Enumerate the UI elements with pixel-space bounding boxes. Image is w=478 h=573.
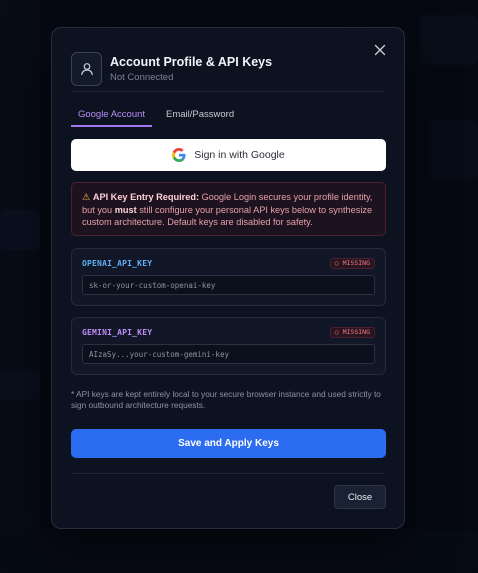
close-icon[interactable] — [372, 42, 388, 58]
modal-title: Account Profile & API Keys — [110, 55, 273, 69]
status-badge: ○ MISSING — [329, 327, 375, 338]
auth-tabs: Google Account Email/Password — [71, 106, 385, 128]
google-logo-icon — [172, 148, 186, 162]
tab-email-password[interactable]: Email/Password — [166, 106, 234, 124]
user-icon — [71, 52, 102, 86]
status-badge: ○ MISSING — [329, 258, 375, 269]
connection-status: Not Connected — [110, 72, 174, 83]
close-button[interactable]: Close — [334, 485, 386, 509]
divider — [71, 91, 385, 92]
openai-key-input[interactable] — [82, 275, 375, 295]
gemini-key-card: GEMINI_API_KEY ○ MISSING — [71, 317, 386, 375]
privacy-note: * API keys are kept entirely local to yo… — [71, 389, 381, 410]
divider — [71, 473, 385, 474]
api-key-warning: ⚠ API Key Entry Required: Google Login s… — [71, 182, 386, 236]
save-apply-keys-button[interactable]: Save and Apply Keys — [71, 429, 386, 458]
warning-heading: API Key Entry Required: — [92, 192, 200, 202]
openai-key-label: OPENAI_API_KEY — [82, 259, 153, 268]
account-modal: Account Profile & API Keys Not Connected… — [51, 27, 405, 529]
google-signin-button[interactable]: Sign in with Google — [71, 139, 386, 171]
openai-key-card: OPENAI_API_KEY ○ MISSING — [71, 248, 386, 306]
tab-google-account[interactable]: Google Account — [71, 106, 152, 127]
google-signin-label: Sign in with Google — [194, 149, 285, 161]
gemini-key-label: GEMINI_API_KEY — [82, 328, 153, 337]
gemini-key-input[interactable] — [82, 344, 375, 364]
warning-triangle-icon: ⚠ — [82, 192, 91, 202]
modal-header: Account Profile & API Keys Not Connected — [71, 47, 387, 91]
warning-emphasis: must — [114, 204, 137, 215]
